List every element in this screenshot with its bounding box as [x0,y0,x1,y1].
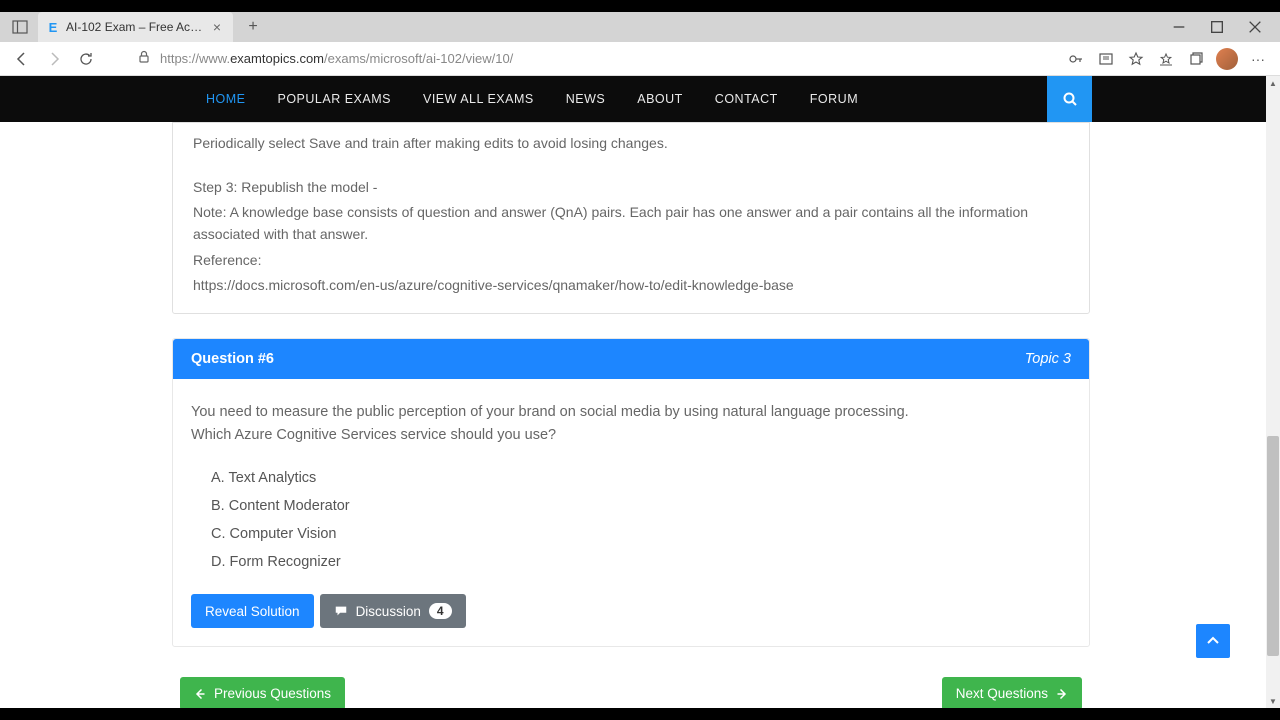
scrollbar-thumb[interactable] [1267,436,1279,656]
close-tab-icon[interactable]: × [209,19,225,35]
forward-button[interactable] [40,45,68,73]
nav-view-all-exams[interactable]: VIEW ALL EXAMS [407,76,550,122]
next-questions-button[interactable]: Next Questions [942,677,1082,708]
search-button[interactable] [1047,76,1092,122]
profile-avatar[interactable] [1216,48,1238,70]
reference-url: https://docs.microsoft.com/en-us/azure/c… [193,275,1069,297]
key-icon[interactable] [1066,49,1086,69]
nav-home[interactable]: HOME [190,76,262,122]
question-card: Question #6 Topic 3 You need to measure … [172,338,1090,647]
maximize-icon[interactable] [1198,12,1236,42]
favorite-star-icon[interactable] [1126,49,1146,69]
option-d: D. Form Recognizer [211,548,1071,576]
scroll-down-icon[interactable]: ▼ [1266,694,1280,708]
close-window-icon[interactable] [1236,12,1274,42]
chevron-up-icon [1205,633,1221,649]
letterbox-top [0,0,1280,12]
nav-contact[interactable]: CONTACT [699,76,794,122]
browser-tab[interactable]: E AI-102 Exam – Free Actual Q&A… × [38,12,233,42]
tab-bar: E AI-102 Exam – Free Actual Q&A… × + [0,12,1280,42]
new-tab-button[interactable]: + [239,13,267,41]
collections-icon[interactable] [1186,49,1206,69]
search-icon [1062,91,1078,107]
explanation-box: Periodically select Save and train after… [172,122,1090,314]
browser-chrome: E AI-102 Exam – Free Actual Q&A… × + htt… [0,12,1280,76]
arrow-right-icon [1056,688,1068,700]
favicon-icon: E [46,20,60,34]
favorites-bar-icon[interactable] [1156,49,1176,69]
explanation-step-heading: Step 3: Republish the model - [193,177,1069,199]
lock-icon [136,49,152,68]
discussion-button[interactable]: Discussion 4 [320,594,466,628]
reload-button[interactable] [72,45,100,73]
question-number: Question #6 [191,351,274,367]
explanation-line: Periodically select Save and train after… [193,133,1069,155]
discussion-count-badge: 4 [429,603,452,619]
question-topic: Topic 3 [1025,351,1071,367]
reader-icon[interactable] [1096,49,1116,69]
reference-label: Reference: [193,250,1069,272]
url-text: https://www.examtopics.com/exams/microso… [160,51,513,66]
minimize-icon[interactable] [1160,12,1198,42]
letterbox-bottom [0,708,1280,720]
explanation-note: Note: A knowledge base consists of quest… [193,202,1069,245]
scrollbar[interactable]: ▲ ▼ [1266,76,1280,708]
address-bar: https://www.examtopics.com/exams/microso… [0,42,1280,76]
previous-questions-button[interactable]: Previous Questions [180,677,345,708]
option-a: A. Text Analytics [211,464,1071,492]
more-menu-icon[interactable]: ··· [1248,49,1268,69]
page-content: Periodically select Save and train after… [0,122,1280,708]
nav-popular-exams[interactable]: POPULAR EXAMS [262,76,407,122]
nav-news[interactable]: NEWS [550,76,622,122]
answer-options: A. Text Analytics B. Content Moderator C… [191,446,1071,588]
tab-panel-icon[interactable] [6,13,34,41]
scroll-to-top-button[interactable] [1196,624,1230,658]
reveal-solution-button[interactable]: Reveal Solution [191,594,314,628]
option-b: B. Content Moderator [211,492,1071,520]
nav-forum[interactable]: FORUM [794,76,874,122]
tab-title: AI-102 Exam – Free Actual Q&A… [66,20,203,34]
question-text: You need to measure the public perceptio… [191,401,1071,446]
nav-about[interactable]: ABOUT [621,76,699,122]
question-header: Question #6 Topic 3 [173,339,1089,379]
back-button[interactable] [8,45,36,73]
url-input[interactable]: https://www.examtopics.com/exams/microso… [128,45,1062,73]
option-c: C. Computer Vision [211,520,1071,548]
site-nav: HOME POPULAR EXAMS VIEW ALL EXAMS NEWS A… [0,76,1280,122]
comment-icon [334,604,348,618]
scroll-up-icon[interactable]: ▲ [1266,76,1280,90]
page-viewport: HOME POPULAR EXAMS VIEW ALL EXAMS NEWS A… [0,76,1280,708]
pagination: Previous Questions Next Questions [172,677,1090,708]
arrow-left-icon [194,688,206,700]
